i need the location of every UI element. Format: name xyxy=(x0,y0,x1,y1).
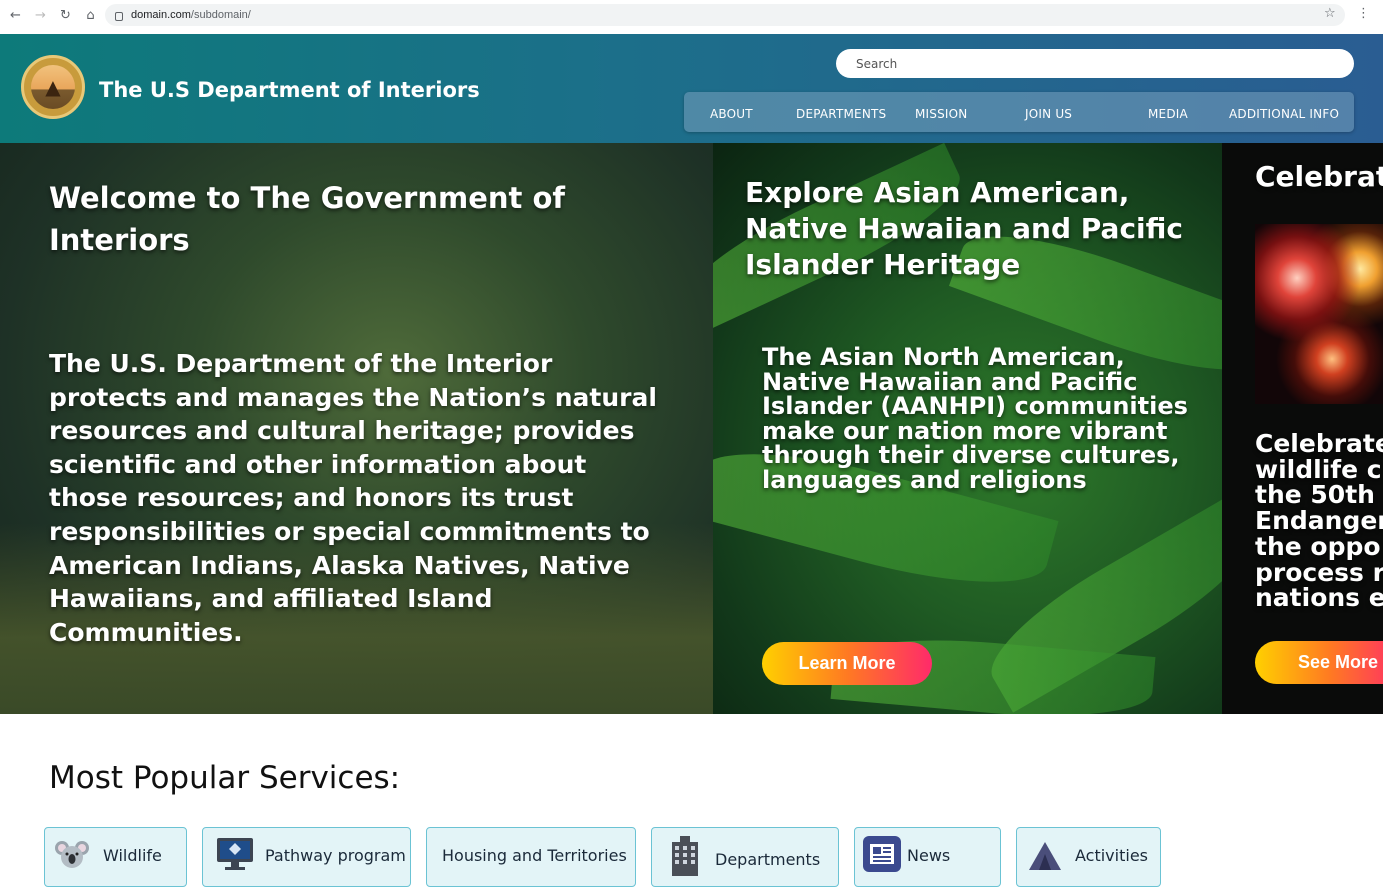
nav-media[interactable]: MEDIA xyxy=(1148,107,1188,121)
nav-join-us[interactable]: JOIN US xyxy=(1025,107,1072,121)
hero-celebrate-title: Celebrat xyxy=(1255,160,1383,193)
forward-arrow-icon[interactable]: → xyxy=(28,0,53,30)
hero-celebrate-line: wildlife c xyxy=(1255,454,1382,484)
service-card-pathway[interactable]: Pathway program xyxy=(202,827,411,887)
site-title[interactable]: The U.S Department of Interiors xyxy=(99,78,480,102)
department-seal-logo[interactable]: ▲ xyxy=(21,55,85,119)
service-label: Housing and Territories xyxy=(442,846,627,865)
hero-panel-aanhpi: Explore Asian American, Native Hawaiian … xyxy=(713,143,1222,714)
service-card-departments[interactable]: Departments xyxy=(651,827,839,887)
hero-panel-welcome: Welcome to The Government of Interiors T… xyxy=(0,143,713,714)
learn-more-button[interactable]: Learn More xyxy=(762,642,932,685)
hero-celebrate-line: the oppo xyxy=(1255,531,1381,561)
url-path: /subdomain/ xyxy=(190,9,251,21)
service-card-housing[interactable]: Housing and Territories xyxy=(426,827,636,887)
service-card-activities[interactable]: Activities xyxy=(1016,827,1161,887)
hero-welcome-title: Welcome to The Government of Interiors xyxy=(49,181,566,257)
more-options-icon[interactable]: ⋮ xyxy=(1357,6,1370,21)
service-label: News xyxy=(907,846,951,865)
nav-departments[interactable]: DEPARTMENTS xyxy=(796,107,886,121)
service-label: Pathway program xyxy=(265,846,406,865)
search-input[interactable] xyxy=(836,49,1354,78)
fireworks-image xyxy=(1255,224,1383,404)
service-label: Departments xyxy=(715,850,821,869)
bison-icon: ▲ xyxy=(31,65,75,109)
hero-aanhpi-title: Explore Asian American, Native Hawaiian … xyxy=(745,176,1183,281)
main-nav: ABOUT DEPARTMENTS MISSION JOIN US MEDIA … xyxy=(684,92,1354,132)
nav-additional-info[interactable]: ADDITIONAL INFO xyxy=(1229,107,1339,121)
hero-celebrate-line: the 50th xyxy=(1255,480,1375,510)
hero-welcome-body: The U.S. Department of the Interior prot… xyxy=(49,349,657,647)
browser-toolbar: ← → ↻ ⌂ domain.com/subdomain/ ☆ ⋮ xyxy=(0,0,1383,30)
hero-celebrate-line: Celebrate xyxy=(1255,429,1383,458)
hero-panel-celebrate: Celebrat Celebrate wildlife c the 50th E… xyxy=(1222,143,1383,714)
hero-aanhpi-body: The Asian North American, Native Hawaiia… xyxy=(762,343,1188,494)
service-card-news[interactable]: News xyxy=(854,827,1001,887)
service-card-wildlife[interactable]: Wildlife xyxy=(44,827,187,887)
tent-icon xyxy=(1027,840,1063,872)
hero-celebrate-line: process r xyxy=(1255,557,1383,587)
home-icon[interactable]: ⌂ xyxy=(78,0,103,30)
bookmark-star-icon[interactable]: ☆ xyxy=(1324,6,1336,21)
building-icon xyxy=(666,836,704,876)
nav-mission[interactable]: MISSION xyxy=(915,107,968,121)
url-domain: domain.com xyxy=(131,9,191,21)
service-label: Wildlife xyxy=(103,846,162,865)
computer-monitor-icon xyxy=(215,836,255,872)
hero-celebrate-line: Endanger xyxy=(1255,506,1383,536)
reload-icon[interactable]: ↻ xyxy=(53,0,78,30)
site-header: ▲ The U.S Department of Interiors ABOUT … xyxy=(0,34,1383,143)
back-arrow-icon[interactable]: ← xyxy=(3,0,28,30)
hero-celebrate-body: Celebrate wildlife c the 50th Endanger t… xyxy=(1255,431,1383,611)
newspaper-icon xyxy=(862,835,902,873)
hero-celebrate-line: nations e xyxy=(1255,583,1383,613)
see-more-button[interactable]: See More xyxy=(1255,641,1383,684)
koala-icon xyxy=(54,838,90,870)
address-bar[interactable]: domain.com/subdomain/ xyxy=(105,4,1345,26)
lock-icon xyxy=(115,11,123,21)
url-text: domain.com/subdomain/ xyxy=(131,9,251,21)
nav-about[interactable]: ABOUT xyxy=(710,107,753,121)
service-label: Activities xyxy=(1075,846,1148,865)
services-heading: Most Popular Services: xyxy=(49,760,401,796)
